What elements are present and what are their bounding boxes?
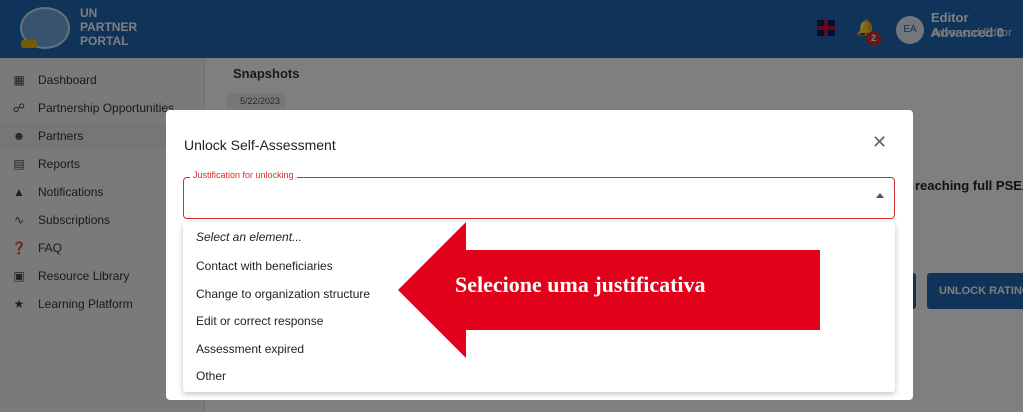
option-change-organization-structure[interactable]: Change to organization structure: [196, 287, 370, 301]
dialog-title: Unlock Self-Assessment: [184, 137, 336, 153]
justification-select[interactable]: [183, 177, 895, 219]
chevron-up-icon[interactable]: [876, 193, 884, 198]
annotation-text: Selecione uma justificativa: [455, 272, 706, 297]
option-contact-with-beneficiaries[interactable]: Contact with beneficiaries: [196, 259, 333, 273]
option-assessment-expired[interactable]: Assessment expired: [196, 342, 304, 356]
justification-label: Justification for unlocking: [190, 170, 297, 180]
option-select-element[interactable]: Select an element...: [196, 230, 302, 244]
red-annotation-arrow: [398, 222, 820, 358]
option-edit-correct-response[interactable]: Edit or correct response: [196, 314, 323, 328]
close-icon[interactable]: ✕: [872, 132, 887, 153]
option-other[interactable]: Other: [196, 369, 226, 383]
